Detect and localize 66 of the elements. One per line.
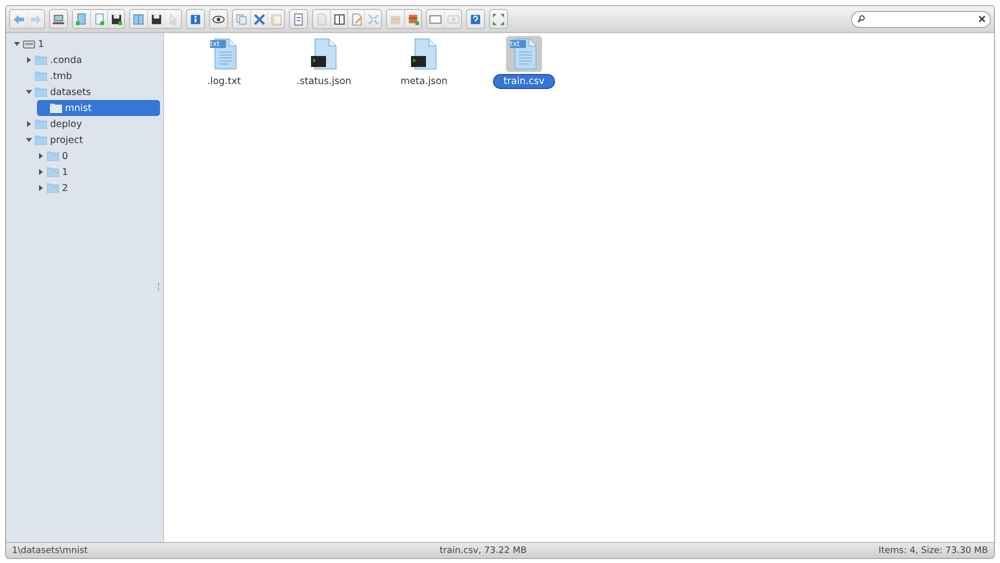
caret-down-icon[interactable] <box>14 41 20 47</box>
terminal-file-icon <box>309 38 339 70</box>
document-icon <box>315 12 328 26</box>
scissors-icon <box>252 12 266 26</box>
terminal-file-icon <box>409 38 439 70</box>
folder-icon <box>35 119 47 129</box>
folder-icon <box>47 183 59 193</box>
text-file-icon <box>509 38 539 70</box>
tree-item[interactable]: deploy <box>25 116 160 132</box>
tree-item[interactable]: .tmb <box>25 68 160 84</box>
search-field[interactable] <box>851 10 991 28</box>
selection-info: train.csv, 73.22 MB <box>440 546 527 556</box>
current-path: 1\datasets\mnist <box>12 546 88 556</box>
file-item[interactable]: meta.json <box>384 36 464 89</box>
caret-down-icon[interactable] <box>26 137 32 143</box>
file-plus-icon <box>92 12 106 26</box>
caret-right-icon[interactable] <box>26 121 32 127</box>
arrow-left-icon <box>12 12 25 26</box>
text-file-icon <box>209 38 239 70</box>
arrow-right-icon <box>30 12 42 26</box>
book-icon <box>132 12 145 26</box>
resize-handle[interactable] <box>158 283 161 291</box>
toolbar-button[interactable] <box>404 10 421 28</box>
folder-summary: Items: 4, Size: 73.30 MB <box>878 546 988 556</box>
caret-right-icon[interactable] <box>38 169 44 175</box>
caret-right-icon[interactable] <box>38 185 44 191</box>
tree-item[interactable]: datasets <box>25 84 160 100</box>
copy-icon <box>235 12 248 26</box>
folder-icon <box>35 87 47 97</box>
question-icon <box>469 12 482 26</box>
caret-right-icon[interactable] <box>38 153 44 159</box>
file-name: meta.json <box>399 75 449 89</box>
open-folder-icon <box>50 103 62 113</box>
tree-item[interactable]: 0 <box>37 148 160 164</box>
computer-icon <box>52 12 65 26</box>
caret-right-icon[interactable] <box>26 57 32 63</box>
folder-icon <box>35 135 47 145</box>
tree-item[interactable]: .conda <box>25 52 160 68</box>
folder-icon <box>47 151 59 161</box>
tree-item[interactable]: 2 <box>37 180 160 196</box>
toolbar-button[interactable] <box>330 10 347 28</box>
folder-icon <box>35 55 47 65</box>
expand-icon <box>366 12 380 26</box>
tree-item[interactable]: mnist <box>37 100 160 116</box>
folder-plus-icon <box>75 12 88 26</box>
notepad-icon <box>292 12 305 26</box>
folder-icon <box>35 71 47 81</box>
toolbar-button[interactable] <box>147 10 164 28</box>
caret-down-icon[interactable] <box>26 89 32 95</box>
search-icon <box>857 15 865 23</box>
info-icon <box>189 12 202 26</box>
tree-item[interactable]: 1 <box>37 164 160 180</box>
pencil-icon <box>350 12 362 26</box>
file-name: .status.json <box>296 75 352 89</box>
box-plus-icon <box>406 12 420 26</box>
tree-item[interactable]: 1 <box>13 36 160 52</box>
fullscreen-icon <box>492 12 505 26</box>
drive-icon <box>23 40 35 48</box>
window-icon <box>429 12 442 26</box>
file-name: .log.txt <box>206 75 242 89</box>
close-icon[interactable] <box>979 16 985 22</box>
tree-item[interactable]: project <box>25 132 160 148</box>
folder-icon <box>47 167 59 177</box>
file-name: train.csv <box>492 74 556 89</box>
toolbar-button[interactable] <box>107 10 124 28</box>
file-item[interactable]: .status.json <box>284 36 364 89</box>
